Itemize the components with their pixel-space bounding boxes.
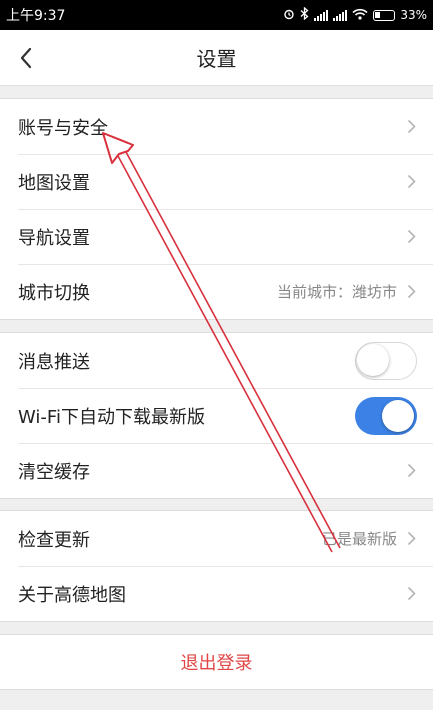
setting-city-switch[interactable]: 城市切换 当前城市：潍坊市 — [0, 264, 433, 319]
current-city-value: 当前城市：潍坊市 — [276, 283, 397, 301]
cellular-signal-icon — [314, 9, 329, 21]
wifi-auto-download-toggle[interactable] — [355, 396, 417, 435]
header-bar: 设置 — [0, 30, 433, 86]
status-icons: 33% — [283, 6, 427, 23]
page-title: 设置 — [196, 47, 237, 71]
setting-label: 清空缓存 — [18, 461, 90, 483]
chevron-right-icon — [405, 585, 417, 603]
cellular-signal-2-icon — [333, 9, 348, 21]
setting-clear-cache[interactable]: 清空缓存 — [0, 443, 433, 498]
push-messages-toggle[interactable] — [355, 341, 417, 380]
setting-label: 城市切换 — [18, 282, 90, 304]
battery-icon — [373, 9, 396, 21]
update-status-value: 已是最新版 — [321, 530, 397, 548]
setting-label: Wi-Fi下自动下载最新版 — [18, 406, 205, 428]
settings-group-about: 检查更新 已是最新版 关于高德地图 — [0, 510, 433, 622]
setting-push-messages: 消息推送 — [0, 333, 433, 388]
battery-percent: 33% — [400, 8, 427, 22]
bluetooth-icon — [300, 6, 309, 23]
setting-label: 导航设置 — [18, 227, 90, 249]
setting-check-update[interactable]: 检查更新 已是最新版 — [0, 511, 433, 566]
setting-wifi-auto-download: Wi-Fi下自动下载最新版 — [0, 388, 433, 443]
setting-navigation-settings[interactable]: 导航设置 — [0, 209, 433, 264]
back-button[interactable] — [8, 38, 44, 78]
setting-about-amap[interactable]: 关于高德地图 — [0, 566, 433, 621]
setting-label: 地图设置 — [18, 172, 90, 194]
status-time: 上午9:37 — [6, 8, 66, 24]
settings-group-notifications: 消息推送 Wi-Fi下自动下载最新版 清空缓存 — [0, 332, 433, 499]
chevron-right-icon — [405, 530, 417, 548]
chevron-right-icon — [405, 462, 417, 480]
chevron-right-icon — [405, 283, 417, 301]
logout-button[interactable]: 退出登录 — [0, 634, 433, 690]
settings-group-account: 账号与安全 地图设置 导航设置 城市切换 当前城市：潍坊市 — [0, 98, 433, 320]
setting-label: 账号与安全 — [18, 117, 108, 139]
logout-label: 退出登录 — [180, 653, 253, 674]
setting-account-security[interactable]: 账号与安全 — [0, 99, 433, 154]
setting-label: 检查更新 — [18, 529, 90, 551]
setting-label: 消息推送 — [18, 351, 90, 373]
chevron-right-icon — [405, 228, 417, 246]
wifi-icon — [352, 8, 368, 23]
toggle-knob — [382, 399, 414, 432]
chevron-right-icon — [405, 118, 417, 136]
chevron-left-icon — [20, 47, 32, 69]
toggle-knob — [357, 343, 389, 376]
alarm-icon — [283, 8, 295, 23]
status-bar: 上午9:37 33% — [0, 0, 433, 30]
setting-map-settings[interactable]: 地图设置 — [0, 154, 433, 209]
setting-label: 关于高德地图 — [18, 584, 126, 606]
chevron-right-icon — [405, 173, 417, 191]
